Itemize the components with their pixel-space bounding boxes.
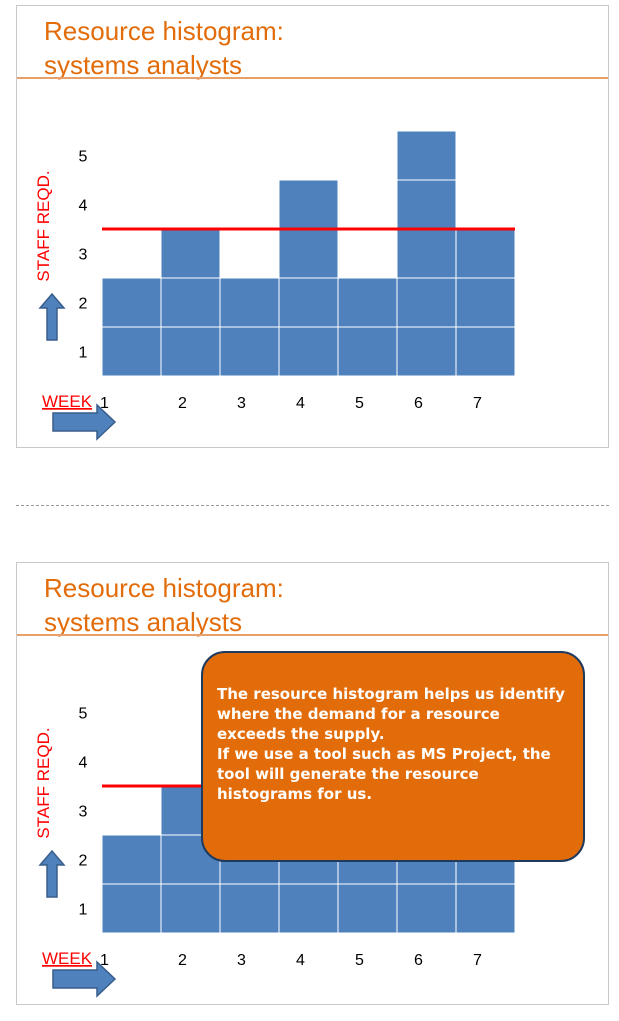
y-tick-label: 5 xyxy=(79,706,88,723)
callout-text-2: If we use a tool such as MS Project, the… xyxy=(217,745,551,803)
slide-divider xyxy=(16,505,609,506)
x-tick-label: 5 xyxy=(355,395,364,412)
bar-block-week-2 xyxy=(160,228,221,279)
bar-block-week-4 xyxy=(278,326,339,377)
y-axis-label: STAFF REQD. xyxy=(34,727,53,838)
x-tick-label: 7 xyxy=(473,952,482,969)
bar-block-week-6 xyxy=(396,277,457,328)
y-tick-label: 1 xyxy=(79,902,88,919)
slide-2: Resource histogram: systems analysts 123… xyxy=(16,562,609,1005)
x-tick-label: 4 xyxy=(296,952,305,969)
bar-block-week-3 xyxy=(219,883,280,934)
up-arrow-icon xyxy=(38,849,66,898)
x-tick-label: 7 xyxy=(473,395,482,412)
x-axis-label: WEEK xyxy=(42,949,93,968)
x-tick-label: 3 xyxy=(237,952,246,969)
bar-block-week-6 xyxy=(396,130,457,181)
bar-block-week-2 xyxy=(160,326,221,377)
bar-block-week-1 xyxy=(101,277,162,328)
bar-block-week-4 xyxy=(278,277,339,328)
bar-block-week-2 xyxy=(160,277,221,328)
bar-block-week-6 xyxy=(396,883,457,934)
bar-block-week-3 xyxy=(219,277,280,328)
y-tick-label: 4 xyxy=(79,198,88,215)
x-tick-label: 6 xyxy=(414,952,423,969)
y-tick-label: 3 xyxy=(79,804,88,821)
x-tick-label: 3 xyxy=(237,395,246,412)
bar-block-week-3 xyxy=(219,326,280,377)
x-tick-label: 4 xyxy=(296,395,305,412)
y-tick-label: 5 xyxy=(79,149,88,166)
bar-block-week-2 xyxy=(160,883,221,934)
bar-block-week-6 xyxy=(396,326,457,377)
bar-block-week-1 xyxy=(101,834,162,885)
x-tick-label: 2 xyxy=(178,395,187,412)
callout-text-1: The resource histogram helps us identify… xyxy=(217,685,565,743)
y-tick-label: 1 xyxy=(79,345,88,362)
bar-block-week-6 xyxy=(396,228,457,279)
slide-1: Resource histogram: systems analysts 123… xyxy=(16,5,609,448)
callout-box: The resource histogram helps us identify… xyxy=(201,651,585,862)
x-axis-label: WEEK xyxy=(42,392,93,411)
bar-block-week-1 xyxy=(101,883,162,934)
bar-block-week-6 xyxy=(396,179,457,230)
bar-block-week-5 xyxy=(337,277,398,328)
bar-block-week-5 xyxy=(337,326,398,377)
bar-block-week-5 xyxy=(337,883,398,934)
x-tick-label: 5 xyxy=(355,952,364,969)
y-tick-label: 3 xyxy=(79,247,88,264)
x-tick-label: 6 xyxy=(414,395,423,412)
bar-block-week-4 xyxy=(278,228,339,279)
y-tick-label: 4 xyxy=(79,755,88,772)
bar-block-week-7 xyxy=(455,883,516,934)
x-tick-label: 2 xyxy=(178,952,187,969)
bar-block-week-7 xyxy=(455,277,516,328)
bar-block-week-1 xyxy=(101,326,162,377)
y-tick-label: 2 xyxy=(79,296,88,313)
up-arrow-icon xyxy=(38,292,66,341)
resource-histogram-chart: 123451 2 3 4 5 6 7STAFF REQD.WEEK xyxy=(34,130,516,441)
y-axis-label: STAFF REQD. xyxy=(34,170,53,281)
bar-block-week-4 xyxy=(278,179,339,230)
bar-block-week-7 xyxy=(455,326,516,377)
bar-block-week-7 xyxy=(455,228,516,279)
y-tick-label: 2 xyxy=(79,853,88,870)
bar-block-week-4 xyxy=(278,883,339,934)
